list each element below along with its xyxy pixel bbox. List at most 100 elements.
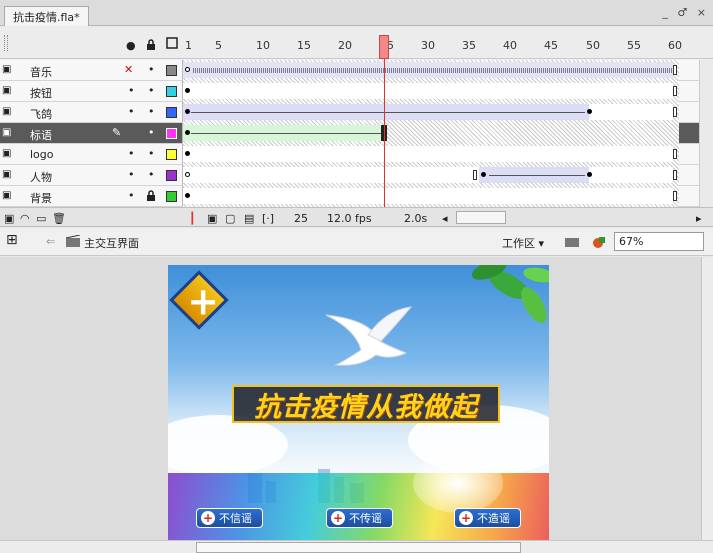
frame-number: 5 (215, 39, 222, 52)
onion-skin-icon[interactable]: ▣ (207, 212, 217, 225)
stage-button-no-create[interactable]: + 不造谣 (454, 508, 521, 528)
hidden-x-icon[interactable]: ✕ (124, 63, 133, 76)
layer-list: ▣ 音乐 ✕ • ▣ 按钮 • • ▣ 飞鸽 • • ▣ 标语 ✎ • ▣ lo… (0, 60, 713, 207)
dove-icon[interactable] (316, 305, 416, 375)
visibility-toggle[interactable]: • (128, 105, 135, 118)
keyframe[interactable] (481, 172, 486, 177)
stage-horizontal-scrollbar[interactable] (0, 540, 713, 553)
visibility-toggle[interactable]: • (128, 84, 135, 97)
layer-row-background[interactable]: ▣ 背景 • (0, 186, 713, 207)
frame-track[interactable] (182, 102, 679, 123)
frame-track[interactable] (182, 144, 679, 165)
layer-name[interactable]: 标语 (30, 127, 52, 143)
layer-color-box[interactable] (166, 128, 177, 139)
layer-row-dove[interactable]: ▣ 飞鸽 • • (0, 102, 713, 123)
frame-track[interactable] (182, 186, 679, 207)
timeline-header: ● 1 5 10 15 20 25 30 35 40 45 50 55 60 (0, 27, 713, 59)
lock-toggle[interactable]: • (148, 63, 155, 76)
new-folder-icon[interactable]: ▭ (36, 212, 46, 225)
keyframe[interactable] (185, 109, 190, 114)
lock-toggle[interactable]: • (148, 168, 155, 181)
visibility-toggle[interactable]: • (128, 147, 135, 160)
layer-row-logo[interactable]: ▣ logo • • (0, 144, 713, 165)
frame-rate[interactable]: 12.0 fps (327, 212, 372, 225)
visibility-toggle[interactable]: • (128, 168, 135, 181)
keyframe[interactable] (587, 109, 592, 114)
layer-color-box[interactable] (166, 65, 177, 76)
outline-icon[interactable] (166, 37, 178, 52)
keyframe[interactable] (587, 172, 592, 177)
empty-keyframe[interactable] (185, 172, 190, 177)
playhead-handle[interactable] (379, 35, 389, 59)
layer-icon: ▣ (2, 169, 12, 180)
scrollbar-thumb[interactable] (196, 542, 521, 553)
timeline-horizontal-scrollbar[interactable] (456, 211, 506, 224)
edit-scene-icon[interactable] (565, 235, 579, 250)
headline-banner[interactable]: 抗击疫情从我做起 (232, 385, 500, 423)
stage-canvas[interactable]: 抗击疫情从我做起 + 不信谣 + 不传谣 + 不造谣 (168, 265, 549, 543)
stage-button-no-spread[interactable]: + 不传谣 (326, 508, 393, 528)
logo-badge[interactable] (169, 270, 229, 330)
window-controls[interactable]: _ ♂ × (662, 6, 709, 19)
edit-symbol-icon[interactable] (590, 235, 606, 252)
stage-icon[interactable]: ⊞ (6, 232, 18, 248)
layer-row-slogan[interactable]: ▣ 标语 ✎ • (0, 123, 713, 144)
center-frame-icon[interactable]: ┃ (189, 212, 196, 225)
layer-color-box[interactable] (166, 191, 177, 202)
lock-toggle[interactable]: • (148, 147, 155, 160)
zoom-select[interactable]: 67% (614, 232, 704, 251)
layer-name[interactable]: 背景 (30, 190, 52, 206)
lock-toggle[interactable]: • (148, 105, 155, 118)
visibility-toggle[interactable]: • (128, 189, 135, 202)
frame-span (589, 167, 673, 183)
layer-name[interactable]: 按钮 (30, 85, 52, 101)
frame-number: 15 (297, 39, 311, 52)
layer-color-box[interactable] (166, 170, 177, 181)
scroll-right-icon[interactable]: ▸ (696, 212, 702, 225)
layer-name[interactable]: 飞鸽 (30, 106, 52, 122)
timeline-vertical-scrollbar[interactable] (699, 60, 713, 207)
modify-markers-icon[interactable]: [·] (262, 212, 274, 225)
tween-arrow (191, 133, 381, 134)
new-guide-icon[interactable]: ◠ (20, 212, 30, 225)
edit-multiple-icon[interactable]: ▤ (244, 212, 254, 225)
lock-icon[interactable] (146, 39, 156, 53)
layer-color-box[interactable] (166, 86, 177, 97)
layer-name[interactable]: logo (30, 148, 54, 161)
layer-row-music[interactable]: ▣ 音乐 ✕ • (0, 60, 713, 81)
layer-name[interactable]: 人物 (30, 169, 52, 185)
layer-color-box[interactable] (166, 107, 177, 118)
scroll-left-icon[interactable]: ◂ (442, 212, 448, 225)
lock-toggle[interactable]: • (148, 126, 155, 139)
layer-color-box[interactable] (166, 149, 177, 160)
panel-grip[interactable] (4, 35, 8, 51)
frame-track[interactable] (182, 165, 679, 186)
frame-end-marker (673, 170, 677, 180)
lock-toggle[interactable]: • (148, 84, 155, 97)
keyframe[interactable] (185, 88, 190, 93)
document-tab[interactable]: 抗击疫情.fla* (4, 6, 89, 26)
layer-row-button[interactable]: ▣ 按钮 • • (0, 81, 713, 102)
frame-track[interactable] (182, 60, 679, 81)
scene-label[interactable]: 主交互界面 (84, 235, 139, 251)
frame-number: 1 (185, 39, 192, 52)
layer-row-person[interactable]: ▣ 人物 • • (0, 165, 713, 186)
back-arrow-icon[interactable]: ⇐ (46, 235, 55, 248)
empty-keyframe[interactable] (185, 67, 190, 72)
keyframe[interactable] (185, 151, 190, 156)
keyframe[interactable] (185, 130, 190, 135)
onion-outline-icon[interactable]: ▢ (225, 212, 235, 225)
layer-name[interactable]: 音乐 (30, 64, 52, 80)
stage-button-no-believe[interactable]: + 不信谣 (196, 508, 263, 528)
frame-track[interactable] (182, 81, 679, 102)
eye-icon[interactable]: ● (126, 39, 136, 52)
locked-icon[interactable] (146, 190, 156, 204)
frame-track[interactable] (182, 123, 679, 144)
stage-vertical-scrollbar[interactable] (701, 257, 713, 540)
new-layer-icon[interactable]: ▣ (4, 212, 14, 225)
keyframe[interactable] (185, 193, 190, 198)
frame-number: 30 (421, 39, 435, 52)
frame-end-marker (673, 86, 677, 96)
delete-layer-icon[interactable]: 🗑 (52, 212, 66, 225)
workspace-menu[interactable]: 工作区 ▾ (502, 235, 544, 251)
